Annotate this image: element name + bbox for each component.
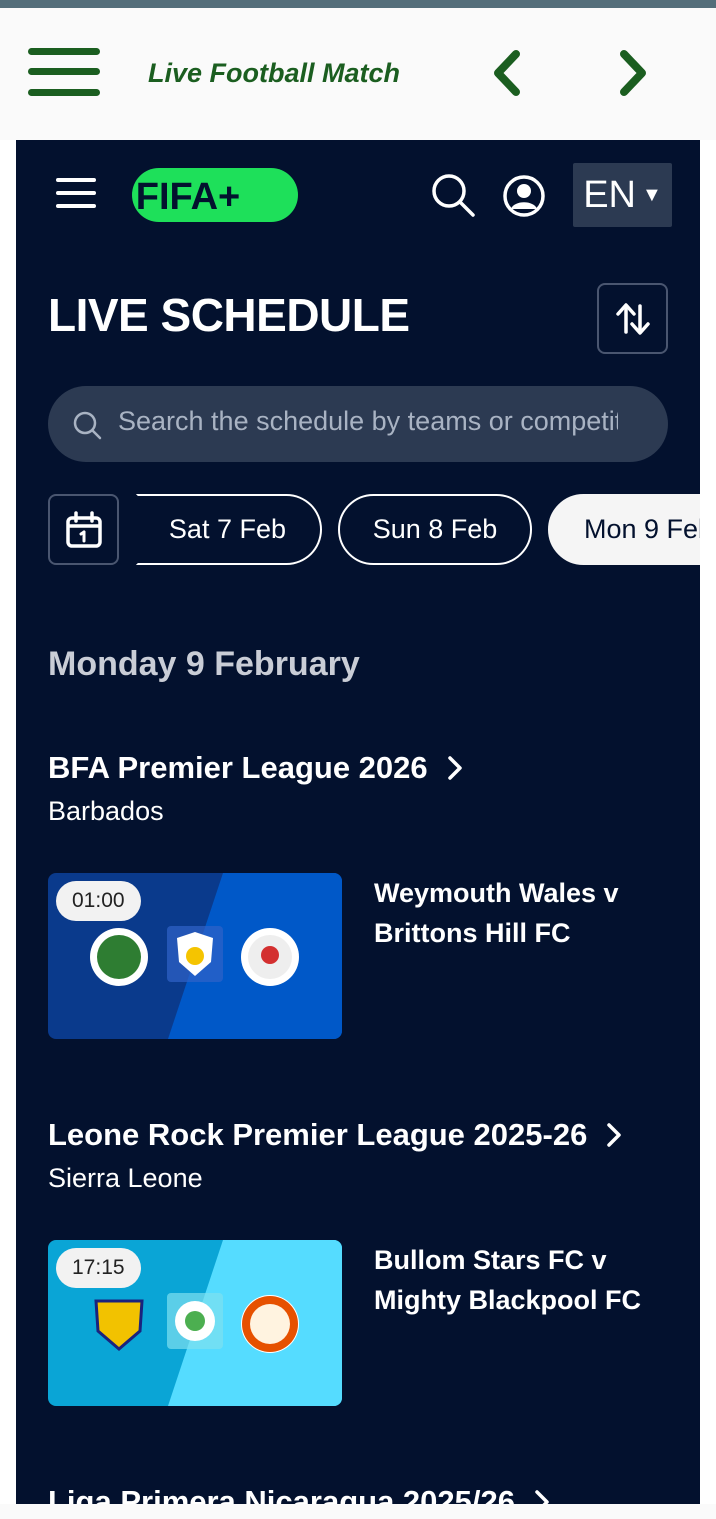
match-title[interactable]: Weymouth Wales v Brittons Hill FC bbox=[374, 873, 619, 953]
logo-text: FIFA+ bbox=[136, 176, 241, 218]
fifa-webview: FIFA+ EN ▼ LIVE SCHEDULE Search the sche… bbox=[16, 140, 700, 1504]
caret-down-icon: ▼ bbox=[642, 183, 662, 206]
match-time: 01:00 bbox=[56, 881, 141, 921]
language-label: EN bbox=[583, 173, 636, 216]
match-time: 17:15 bbox=[56, 1248, 141, 1288]
fifa-plus-logo[interactable]: FIFA+ bbox=[130, 166, 300, 224]
day-heading: Monday 9 February bbox=[48, 645, 360, 683]
team-crest-icon bbox=[241, 1295, 299, 1353]
league-name: Leone Rock Premier League 2025-26 bbox=[48, 1117, 588, 1152]
team-crest-icon bbox=[94, 1299, 144, 1351]
league-header[interactable]: Liga Primera Nicaragua 2025/26 bbox=[48, 1484, 551, 1504]
schedule-search-input[interactable]: Search the schedule by teams or competit… bbox=[48, 386, 668, 462]
match-thumbnail[interactable]: 01:00 bbox=[48, 873, 342, 1039]
match-thumbnail[interactable]: 17:15 bbox=[48, 1240, 342, 1406]
chevron-right-icon bbox=[535, 1490, 549, 1504]
league-name: BFA Premier League 2026 bbox=[48, 750, 428, 785]
account-icon[interactable] bbox=[502, 174, 546, 218]
chevron-right-icon bbox=[607, 1123, 622, 1147]
site-menu-icon[interactable] bbox=[56, 178, 96, 208]
competition-badge-icon bbox=[167, 1293, 223, 1349]
app-bar: Live Football Match bbox=[0, 8, 716, 140]
league-header[interactable]: Leone Rock Premier League 2025-26 Sierra… bbox=[48, 1117, 623, 1194]
back-chevron-icon[interactable] bbox=[482, 48, 532, 98]
search-icon bbox=[73, 411, 102, 440]
bottom-bar bbox=[0, 1504, 716, 1519]
page-title: LIVE SCHEDULE bbox=[48, 289, 410, 341]
team-crest-icon bbox=[241, 928, 299, 986]
league-name: Liga Primera Nicaragua 2025/26 bbox=[48, 1484, 515, 1504]
league-country: Sierra Leone bbox=[48, 1163, 203, 1193]
date-tab-sat[interactable]: Sat 7 Feb bbox=[136, 494, 322, 565]
league-header[interactable]: BFA Premier League 2026 Barbados bbox=[48, 750, 464, 827]
search-placeholder: Search the schedule by teams or competit… bbox=[118, 406, 618, 436]
chevron-right-icon bbox=[447, 756, 462, 780]
competition-badge-icon bbox=[167, 926, 223, 982]
search-icon[interactable] bbox=[430, 172, 476, 218]
forward-chevron-icon[interactable] bbox=[608, 48, 658, 98]
language-selector[interactable]: EN ▼ bbox=[573, 163, 672, 227]
match-title[interactable]: Bullom Stars FC v Mighty Blackpool FC bbox=[374, 1240, 641, 1320]
date-tab-mon[interactable]: Mon 9 Feb bbox=[548, 494, 700, 565]
sort-arrows-icon bbox=[615, 302, 650, 335]
calendar-icon bbox=[65, 510, 102, 548]
status-strip bbox=[0, 0, 716, 8]
date-tab-sun[interactable]: Sun 8 Feb bbox=[338, 494, 532, 565]
app-title: Live Football Match bbox=[148, 58, 401, 88]
calendar-button[interactable] bbox=[48, 494, 119, 565]
match-title-line: Mighty Blackpool FC bbox=[374, 1285, 642, 1315]
league-country: Barbados bbox=[48, 796, 164, 826]
match-title-line: Bullom Stars FC v bbox=[374, 1245, 607, 1275]
match-title-line: Brittons Hill FC bbox=[374, 918, 571, 948]
sort-button[interactable] bbox=[597, 283, 668, 354]
app-menu-icon[interactable] bbox=[28, 48, 100, 96]
team-crest-icon bbox=[90, 928, 148, 986]
match-title-line: Weymouth Wales v bbox=[374, 878, 619, 908]
